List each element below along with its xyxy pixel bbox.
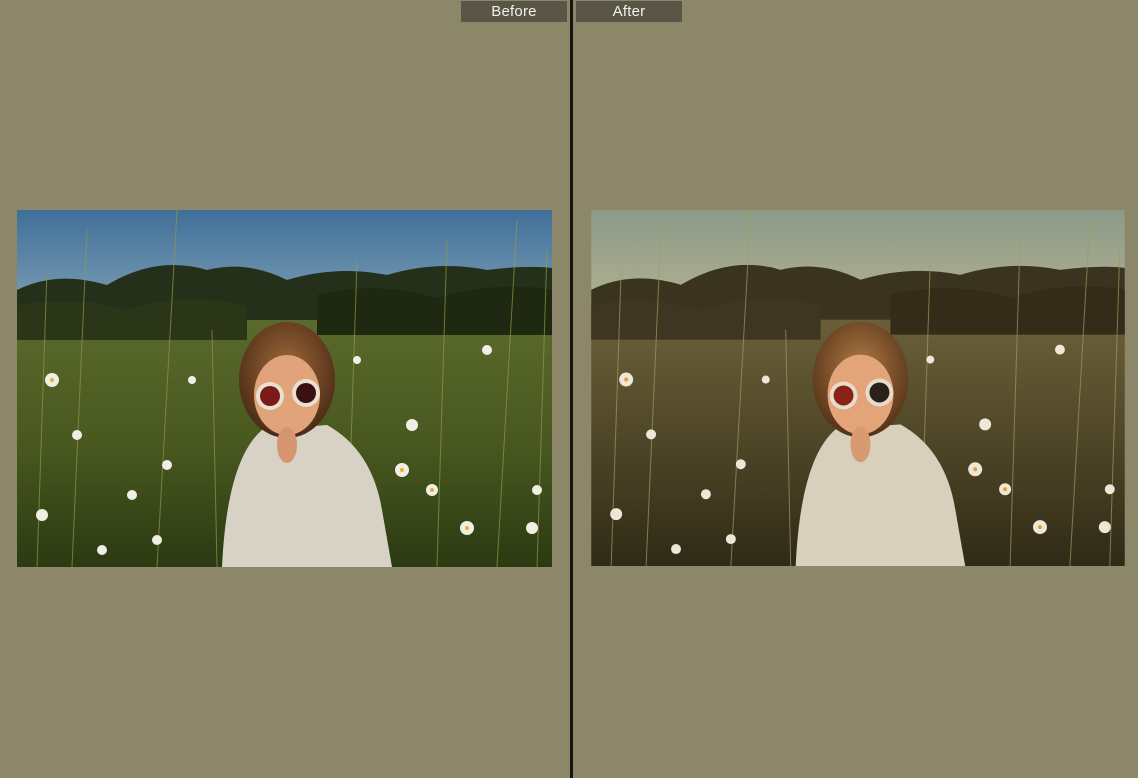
split-divider-line: [570, 0, 573, 778]
compare-workspace: Before After: [0, 0, 1138, 778]
after-photo[interactable]: [591, 210, 1125, 566]
before-label: Before: [461, 1, 567, 22]
before-pane[interactable]: Before: [0, 0, 569, 778]
before-photo[interactable]: [17, 210, 552, 567]
after-label: After: [576, 1, 682, 22]
before-photo-image: [17, 210, 552, 567]
after-photo-image: [591, 210, 1125, 566]
